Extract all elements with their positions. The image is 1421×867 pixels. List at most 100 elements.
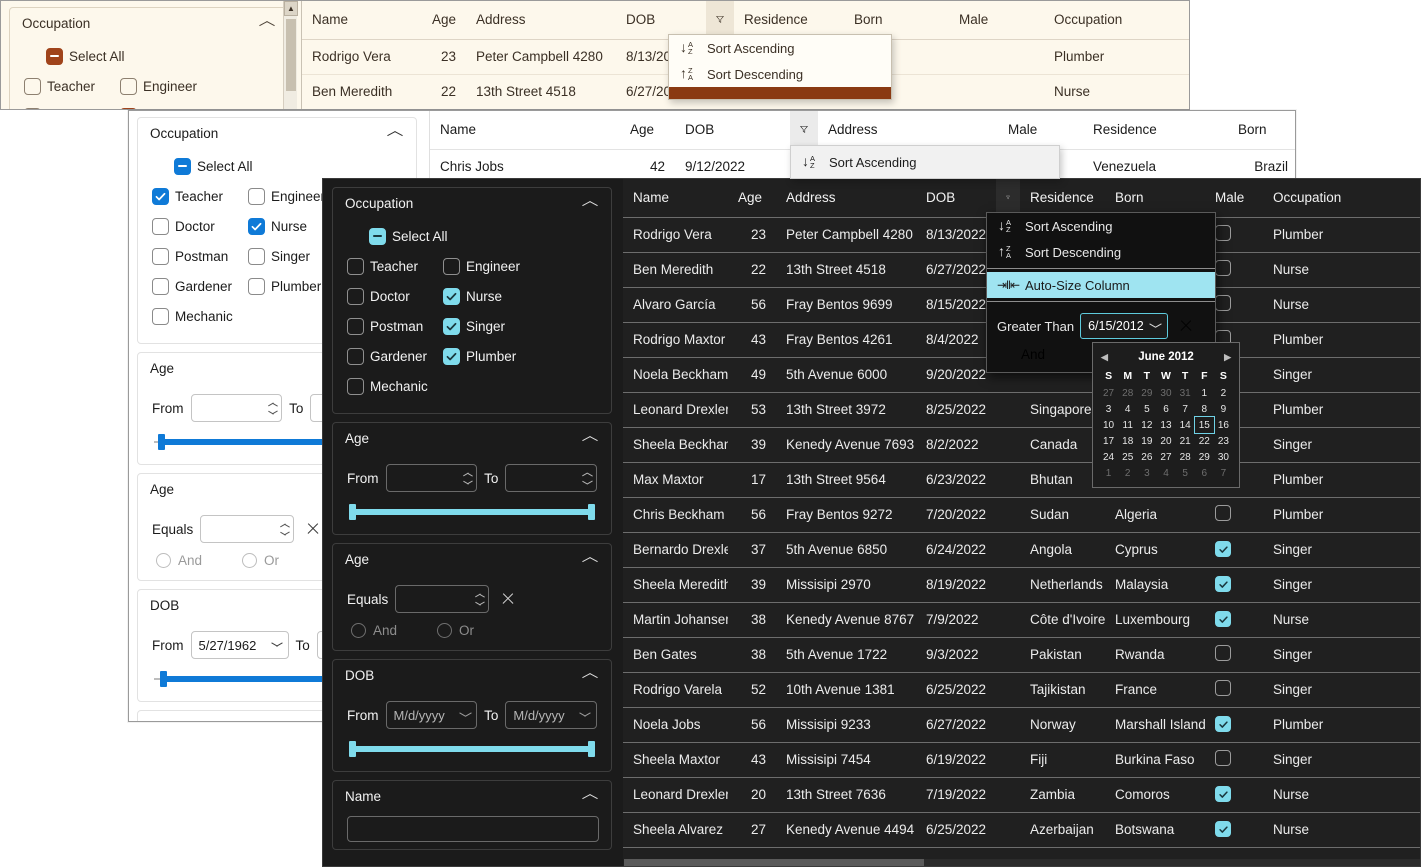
occupation-gardener[interactable]: Gardener <box>347 347 443 365</box>
calendar-day[interactable]: 27 <box>1156 449 1175 465</box>
col-name[interactable]: Name <box>302 1 422 40</box>
calendar-day[interactable]: 10 <box>1099 417 1118 433</box>
col-born[interactable]: Born <box>1228 111 1295 150</box>
calendar-day[interactable]: 29 <box>1137 385 1156 401</box>
engineer-checkbox[interactable] <box>248 187 265 205</box>
chevron-down-icon[interactable] <box>1149 322 1162 330</box>
male-checkbox[interactable] <box>1215 295 1231 311</box>
singer-checkbox[interactable] <box>248 247 265 265</box>
cell-male[interactable] <box>1205 532 1263 568</box>
calendar-day[interactable]: 11 <box>1118 417 1137 433</box>
calendar-day[interactable]: 6 <box>1195 465 1214 481</box>
name-input-dark[interactable] <box>347 816 599 842</box>
select-all-checkbox[interactable] <box>174 157 191 175</box>
col-address[interactable]: Address <box>466 1 616 40</box>
occupation-postman[interactable]: Postman <box>152 247 248 265</box>
chevron-up-icon[interactable] <box>583 671 599 681</box>
occupation-doctor[interactable]: Doctor <box>347 287 443 305</box>
clear-icon[interactable] <box>1178 318 1194 334</box>
male-checkbox[interactable] <box>1215 680 1231 696</box>
col-dob[interactable]: DOB <box>675 111 790 150</box>
mechanic-checkbox[interactable] <box>152 307 169 325</box>
male-checkbox[interactable] <box>1215 750 1231 766</box>
occupation-engineer[interactable]: Engineer <box>120 77 216 95</box>
cell-male[interactable] <box>1205 637 1263 673</box>
table-row[interactable]: Chris Beckham 56 Fray Bentos 9272 7/20/2022… <box>623 497 1420 533</box>
occupation-group-header-cream[interactable]: Occupation <box>10 8 288 33</box>
plumber-checkbox[interactable] <box>443 347 460 365</box>
greater-than-date-input[interactable]: 6/15/2012 <box>1080 313 1169 339</box>
calendar-day[interactable]: 15 <box>1193 416 1215 434</box>
age-from-input[interactable] <box>190 394 283 422</box>
menu-sort-ascending-cream[interactable]: ↓ A Z Sort Ascending <box>669 35 891 61</box>
male-checkbox[interactable] <box>1215 225 1231 241</box>
slider-thumb-left[interactable] <box>160 671 167 687</box>
occupation-plumber[interactable]: Plumber <box>443 347 539 365</box>
nurse-checkbox[interactable] <box>248 217 265 235</box>
cell-male[interactable] <box>1205 602 1263 638</box>
col-male[interactable]: Male <box>998 111 1083 150</box>
col-dob[interactable]: DOB <box>916 179 996 218</box>
postman-checkbox[interactable] <box>347 317 364 335</box>
and-radio-menu[interactable]: And <box>999 347 1045 362</box>
calendar-day[interactable]: 5 <box>1137 401 1156 417</box>
menu-auto-size-column[interactable]: ⇥‖⇤ Auto-Size Column <box>987 272 1215 298</box>
nurse-checkbox[interactable] <box>443 287 460 305</box>
calendar-day[interactable]: 3 <box>1099 401 1118 417</box>
occupation-teacher[interactable]: Teacher <box>152 187 248 205</box>
clear-icon[interactable] <box>305 521 321 537</box>
select-all-row-light[interactable]: Select All <box>174 151 402 181</box>
chevron-up-icon[interactable] <box>583 434 599 444</box>
chevron-down-icon[interactable] <box>579 711 592 719</box>
calendar-day[interactable]: 17 <box>1099 433 1118 449</box>
horizontal-scrollbar-dark[interactable] <box>624 859 1420 866</box>
occupation-teacher[interactable]: Teacher <box>347 257 443 275</box>
dob-header-dark[interactable]: DOB <box>333 660 611 685</box>
table-row[interactable]: Ben Gates 38 5th Avenue 1722 9/3/2022 Pakist… <box>623 637 1420 673</box>
doctor-checkbox[interactable] <box>347 287 364 305</box>
chevron-up-icon[interactable] <box>388 129 404 139</box>
calendar-day[interactable]: 26 <box>1137 449 1156 465</box>
spinner-icon[interactable] <box>583 472 592 485</box>
occupation-group-header-light[interactable]: Occupation <box>138 118 416 143</box>
occupation-gardener[interactable]: Gardener <box>152 277 248 295</box>
col-age[interactable]: Age <box>728 179 776 218</box>
slider-thumb-left[interactable] <box>349 741 356 757</box>
postman-checkbox[interactable] <box>152 247 169 265</box>
col-age[interactable]: Age <box>620 111 675 150</box>
chevron-up-icon[interactable] <box>583 792 599 802</box>
teacher-checkbox[interactable] <box>152 187 169 205</box>
calendar-day[interactable]: 3 <box>1137 465 1156 481</box>
dob-to-input-dark[interactable]: M/d/yyyy <box>505 701 597 729</box>
gardener-checkbox[interactable] <box>347 347 364 365</box>
calendar-day[interactable]: 20 <box>1156 433 1175 449</box>
calendar-day[interactable]: 30 <box>1156 385 1175 401</box>
clear-icon[interactable] <box>500 591 516 607</box>
occupation-teacher[interactable]: Teacher <box>24 77 120 95</box>
calendar-day[interactable]: 16 <box>1214 417 1233 433</box>
calendar-day[interactable]: 31 <box>1176 385 1195 401</box>
calendar-day[interactable]: 1 <box>1099 465 1118 481</box>
slider-thumb-right[interactable] <box>588 504 595 520</box>
menu-sort-descending-dark[interactable]: ↑ Z A Sort Descending <box>987 239 1215 265</box>
scroll-up-arrow-icon[interactable]: ▲ <box>284 1 298 16</box>
engineer-checkbox[interactable] <box>443 257 460 275</box>
occupation-mechanic[interactable]: Mechanic <box>152 307 248 325</box>
occupation-nurse[interactable]: Nurse <box>443 287 539 305</box>
col-male[interactable]: Male <box>949 1 1044 40</box>
select-all-row-dark[interactable]: Select All <box>369 221 597 251</box>
male-checkbox[interactable] <box>1215 786 1231 803</box>
dob-slider-dark[interactable] <box>349 739 595 759</box>
col-residence[interactable]: Residence <box>1083 111 1228 150</box>
chevron-up-icon[interactable] <box>260 19 276 29</box>
menu-highlight-row-cream[interactable] <box>669 87 891 99</box>
table-row[interactable]: Leonard Drexler 53 13th Street 3972 8/25/20… <box>623 392 1420 428</box>
filter-button-light[interactable] <box>790 111 818 150</box>
select-all-row-cream[interactable]: Select All <box>46 41 274 71</box>
select-all-checkbox[interactable] <box>369 227 386 245</box>
occupation-postman[interactable]: Postman <box>347 317 443 335</box>
male-checkbox[interactable] <box>1215 505 1231 521</box>
calendar-day[interactable]: 9 <box>1214 401 1233 417</box>
col-occupation[interactable]: Occupation <box>1044 1 1189 40</box>
age-from-input[interactable] <box>385 464 478 492</box>
